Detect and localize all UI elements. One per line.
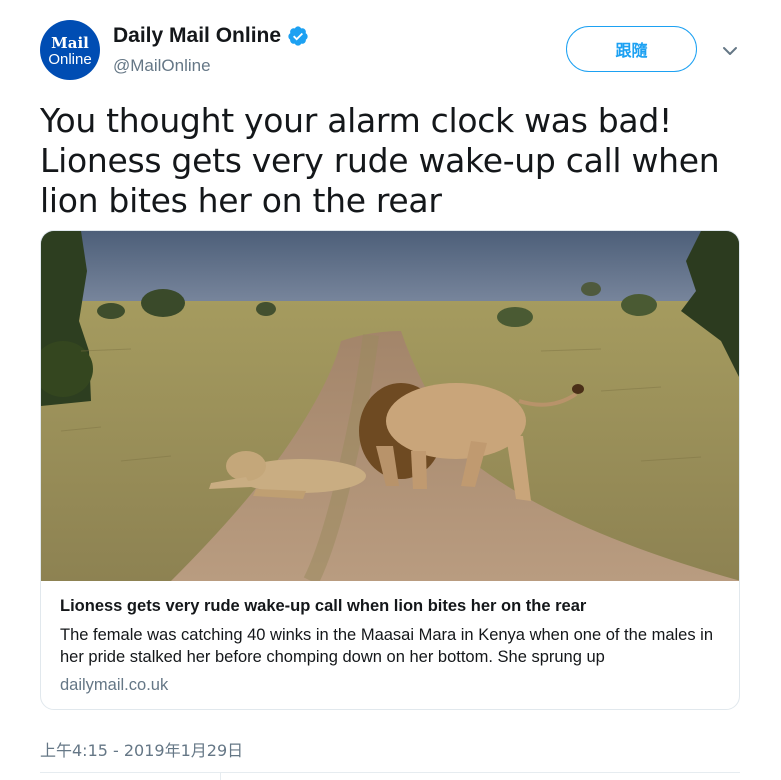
divider [40, 772, 740, 773]
account-name[interactable]: Daily Mail Online [113, 24, 281, 48]
chevron-down-icon[interactable] [720, 44, 740, 58]
follow-button[interactable]: 跟隨 [566, 26, 697, 72]
card-description: The female was catching 40 winks in the … [60, 626, 714, 666]
verified-badge-icon [288, 26, 308, 46]
avatar[interactable]: Mail Online [40, 20, 100, 80]
card-image[interactable] [41, 231, 740, 581]
divider-tick [220, 772, 221, 780]
avatar-line1: Mail [51, 33, 89, 52]
account-name-row[interactable]: Daily Mail Online [113, 24, 309, 48]
tweet-text: You thought your alarm clock was bad! Li… [40, 101, 720, 220]
tweet: Mail Online Daily Mail Online @MailOnlin… [0, 0, 781, 780]
account-handle[interactable]: @MailOnline [113, 56, 211, 76]
avatar-line2: Online [48, 50, 92, 68]
card-domain: dailymail.co.uk [60, 676, 169, 694]
link-card[interactable]: Lioness gets very rude wake-up call when… [40, 230, 740, 710]
card-title[interactable]: Lioness gets very rude wake-up call when… [60, 597, 725, 616]
timestamp[interactable]: 上午4:15 - 2019年1月29日 [40, 737, 243, 761]
